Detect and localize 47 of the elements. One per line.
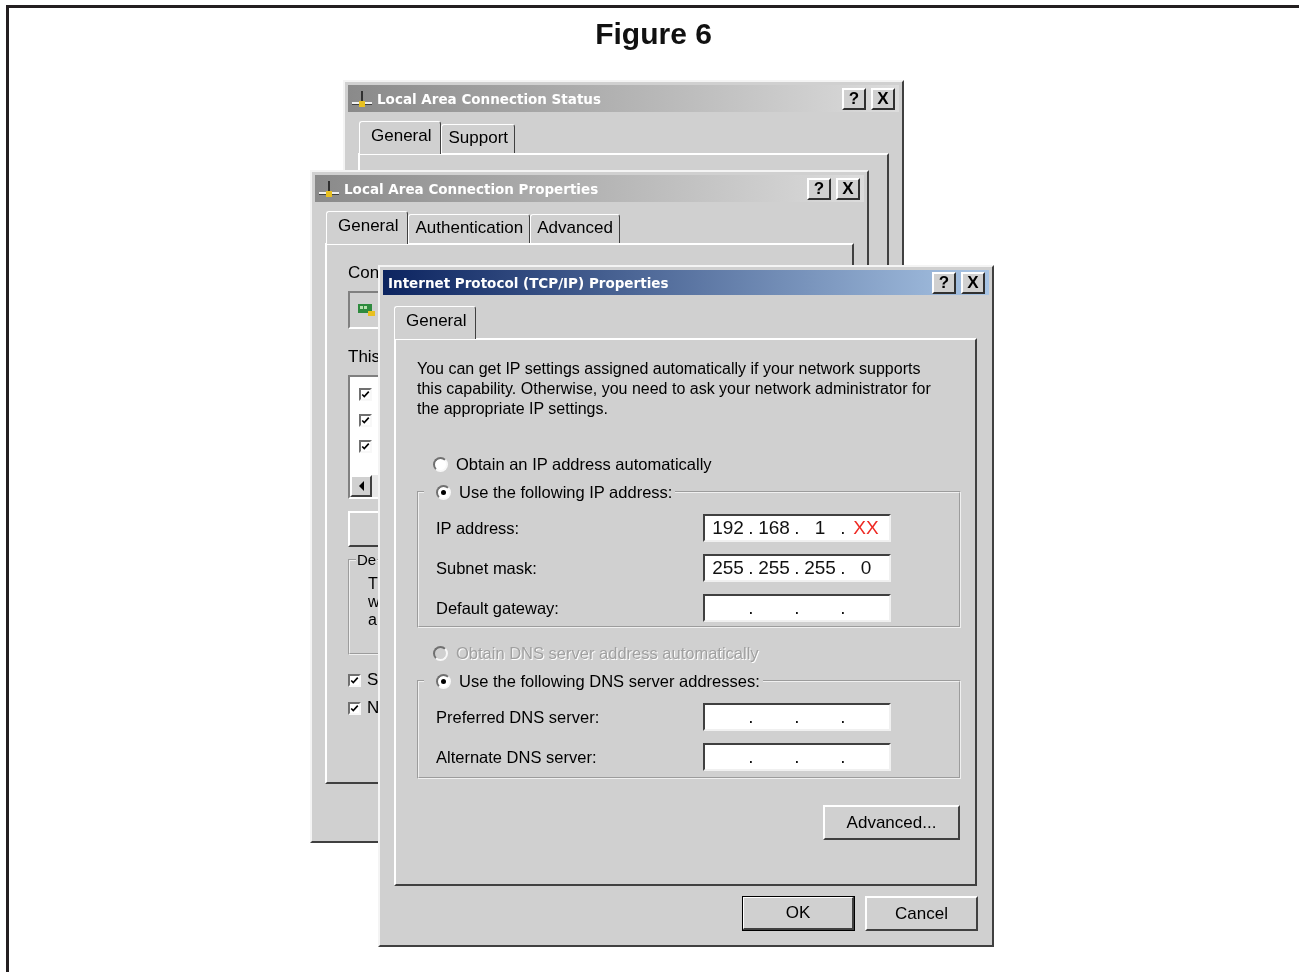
tab[interactable]: General — [326, 211, 409, 244]
ok-button[interactable]: OK — [742, 896, 855, 931]
radio-button[interactable] — [436, 484, 451, 500]
radio-label: Use the following DNS server addresses: — [459, 671, 760, 691]
scroll-left-button[interactable] — [350, 475, 372, 497]
ip-address-field[interactable]: 192 . 168 . 1 . XX — [703, 514, 891, 542]
radio-label: Use the following IP address: — [459, 482, 673, 502]
tab[interactable]: Authentication — [408, 214, 531, 243]
checkbox[interactable] — [348, 673, 361, 687]
field-label: IP address: — [436, 518, 521, 538]
field-label: Preferred DNS server: — [436, 707, 601, 727]
ip-address-field[interactable]: . . . — [703, 594, 891, 622]
radio-button[interactable] — [433, 456, 448, 472]
field-label: Subnet mask: — [436, 558, 538, 578]
figure-title: Figure 6 — [595, 17, 712, 51]
radio-button[interactable] — [436, 673, 451, 689]
description-text: a — [368, 611, 378, 629]
window-title: Local Area Connection Properties — [343, 180, 599, 197]
tab[interactable]: Advanced — [530, 214, 620, 243]
section-label: Con — [348, 263, 380, 283]
radio-label: Obtain an IP address automatically — [456, 454, 712, 474]
checkbox[interactable] — [359, 413, 372, 427]
network-icon — [318, 179, 340, 198]
ip-address-field[interactable]: . . . — [703, 743, 891, 771]
window-title: Local Area Connection Status — [376, 90, 601, 107]
close-button[interactable]: X — [961, 271, 985, 294]
field-label: Default gateway: — [436, 598, 560, 618]
tab[interactable]: General — [394, 306, 477, 339]
advanced-button[interactable]: Advanced... — [823, 805, 960, 840]
cancel-button[interactable]: Cancel — [865, 896, 978, 931]
checkbox-label: N — [367, 698, 380, 718]
checkbox-label: S — [367, 670, 379, 690]
network-card-icon — [358, 303, 376, 317]
checkbox[interactable] — [359, 439, 372, 453]
help-button[interactable]: ? — [932, 271, 956, 294]
section-label: This — [348, 347, 381, 367]
ip-address-field[interactable]: . . . — [703, 703, 891, 731]
tab[interactable]: General — [359, 121, 442, 154]
field-label: Alternate DNS server: — [436, 747, 598, 767]
window-title: Internet Protocol (TCP/IP) Properties — [387, 274, 669, 291]
description-text: You can get IP settings assigned automatically if your network supports this capability. Otherwise, you need to ask your network administrator for the appropriate IP settings. — [417, 359, 932, 419]
network-icon — [351, 89, 373, 108]
checkbox[interactable] — [359, 387, 372, 401]
description-text: T — [368, 575, 379, 593]
checkbox[interactable] — [348, 701, 361, 715]
tab[interactable]: Support — [441, 124, 516, 153]
ip-address-field[interactable]: 255 . 255 . 255 . 0 — [703, 554, 891, 582]
